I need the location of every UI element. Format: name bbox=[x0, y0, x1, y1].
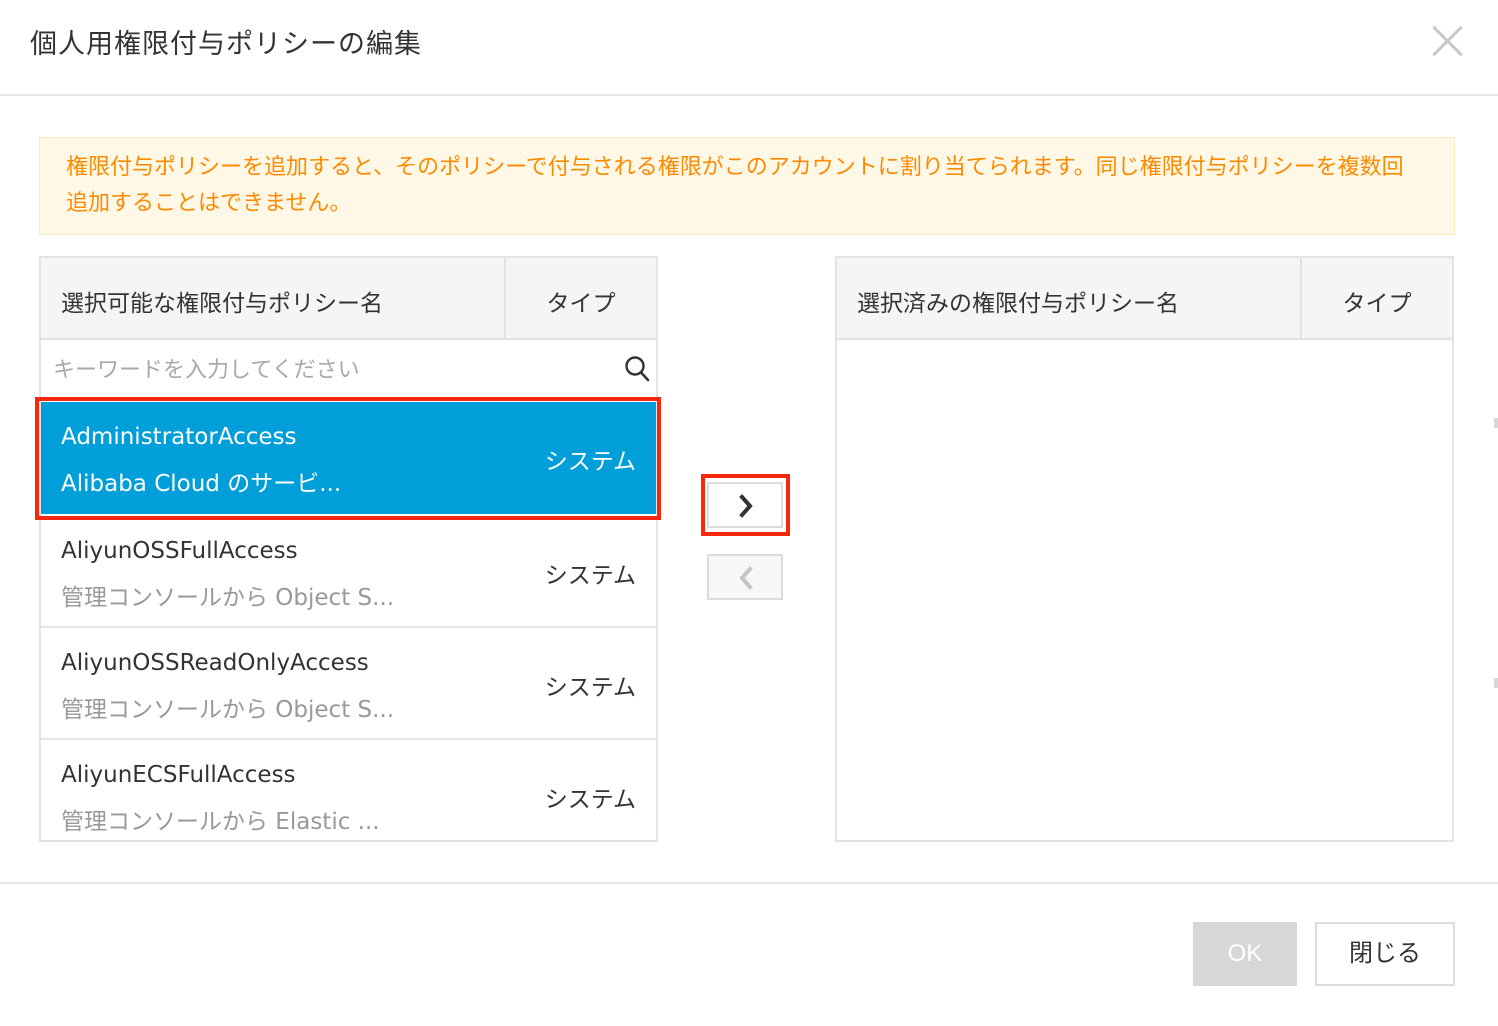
close-button[interactable]: 閉じる bbox=[1315, 922, 1455, 986]
policy-description: 管理コンソールから Object S... bbox=[61, 585, 395, 611]
selected-policies-header: 選択済みの権限付与ポリシー名 タイプ bbox=[837, 258, 1452, 340]
policy-description: 管理コンソールから Elastic ... bbox=[61, 809, 380, 835]
policy-row-aliyunecsfullaccess[interactable]: AliyunECSFullAccess 管理コンソールから Elastic ..… bbox=[41, 740, 656, 840]
chevron-left-icon bbox=[739, 566, 753, 590]
search-icon[interactable] bbox=[624, 355, 650, 383]
scroll-edge-mark bbox=[1494, 678, 1498, 688]
policy-row-aliyunossreadonlyaccess[interactable]: AliyunOSSReadOnlyAccess 管理コンソールから Object… bbox=[41, 628, 656, 740]
policy-description: Alibaba Cloud のサービ... bbox=[61, 471, 342, 497]
column-header-policy-name: 選択済みの権限付与ポリシー名 bbox=[857, 291, 1179, 317]
available-policies-header: 選択可能な権限付与ポリシー名 タイプ bbox=[41, 258, 656, 340]
policy-type: システム bbox=[544, 675, 636, 701]
dialog-header: 個人用権限付与ポリシーの編集 bbox=[0, 0, 1498, 96]
add-policy-button[interactable] bbox=[707, 482, 783, 528]
column-header-type: タイプ bbox=[1342, 291, 1412, 317]
dialog-title: 個人用権限付与ポリシーの編集 bbox=[30, 29, 422, 60]
scroll-edge-mark bbox=[1494, 418, 1498, 428]
close-icon[interactable] bbox=[1428, 22, 1466, 60]
search-input[interactable] bbox=[53, 348, 613, 392]
chevron-right-icon bbox=[739, 494, 753, 518]
policy-type: システム bbox=[544, 563, 636, 589]
policy-row-administratoraccess[interactable]: AdministratorAccess Alibaba Cloud のサービ..… bbox=[41, 402, 656, 514]
column-header-policy-name: 選択可能な権限付与ポリシー名 bbox=[61, 291, 383, 317]
policy-description: 管理コンソールから Object S... bbox=[61, 697, 395, 723]
remove-policy-button[interactable] bbox=[707, 554, 783, 600]
edit-policy-dialog: 個人用権限付与ポリシーの編集 権限付与ポリシーを追加すると、そのポリシーで付与さ… bbox=[0, 0, 1498, 1026]
notice-banner: 権限付与ポリシーを追加すると、そのポリシーで付与される権限がこのアカウントに割り… bbox=[39, 137, 1455, 235]
policy-type: システム bbox=[544, 787, 636, 813]
policy-type: システム bbox=[544, 449, 636, 475]
selected-policies-panel: 選択済みの権限付与ポリシー名 タイプ bbox=[835, 256, 1454, 842]
search-box bbox=[41, 340, 656, 400]
ok-button[interactable]: OK bbox=[1193, 922, 1297, 986]
notice-text: 権限付与ポリシーを追加すると、そのポリシーで付与される権限がこのアカウントに割り… bbox=[66, 155, 1404, 216]
policy-name: AliyunECSFullAccess bbox=[61, 762, 296, 788]
policy-row-aliyunossfullaccess[interactable]: AliyunOSSFullAccess 管理コンソールから Object S..… bbox=[41, 516, 656, 628]
available-policies-panel: 選択可能な権限付与ポリシー名 タイプ AdministratorAccess A… bbox=[39, 256, 658, 842]
policy-name: AliyunOSSReadOnlyAccess bbox=[61, 650, 369, 676]
footer-divider bbox=[0, 882, 1498, 884]
column-header-type: タイプ bbox=[546, 291, 616, 317]
policy-name: AdministratorAccess bbox=[61, 424, 297, 450]
policy-name: AliyunOSSFullAccess bbox=[61, 538, 298, 564]
